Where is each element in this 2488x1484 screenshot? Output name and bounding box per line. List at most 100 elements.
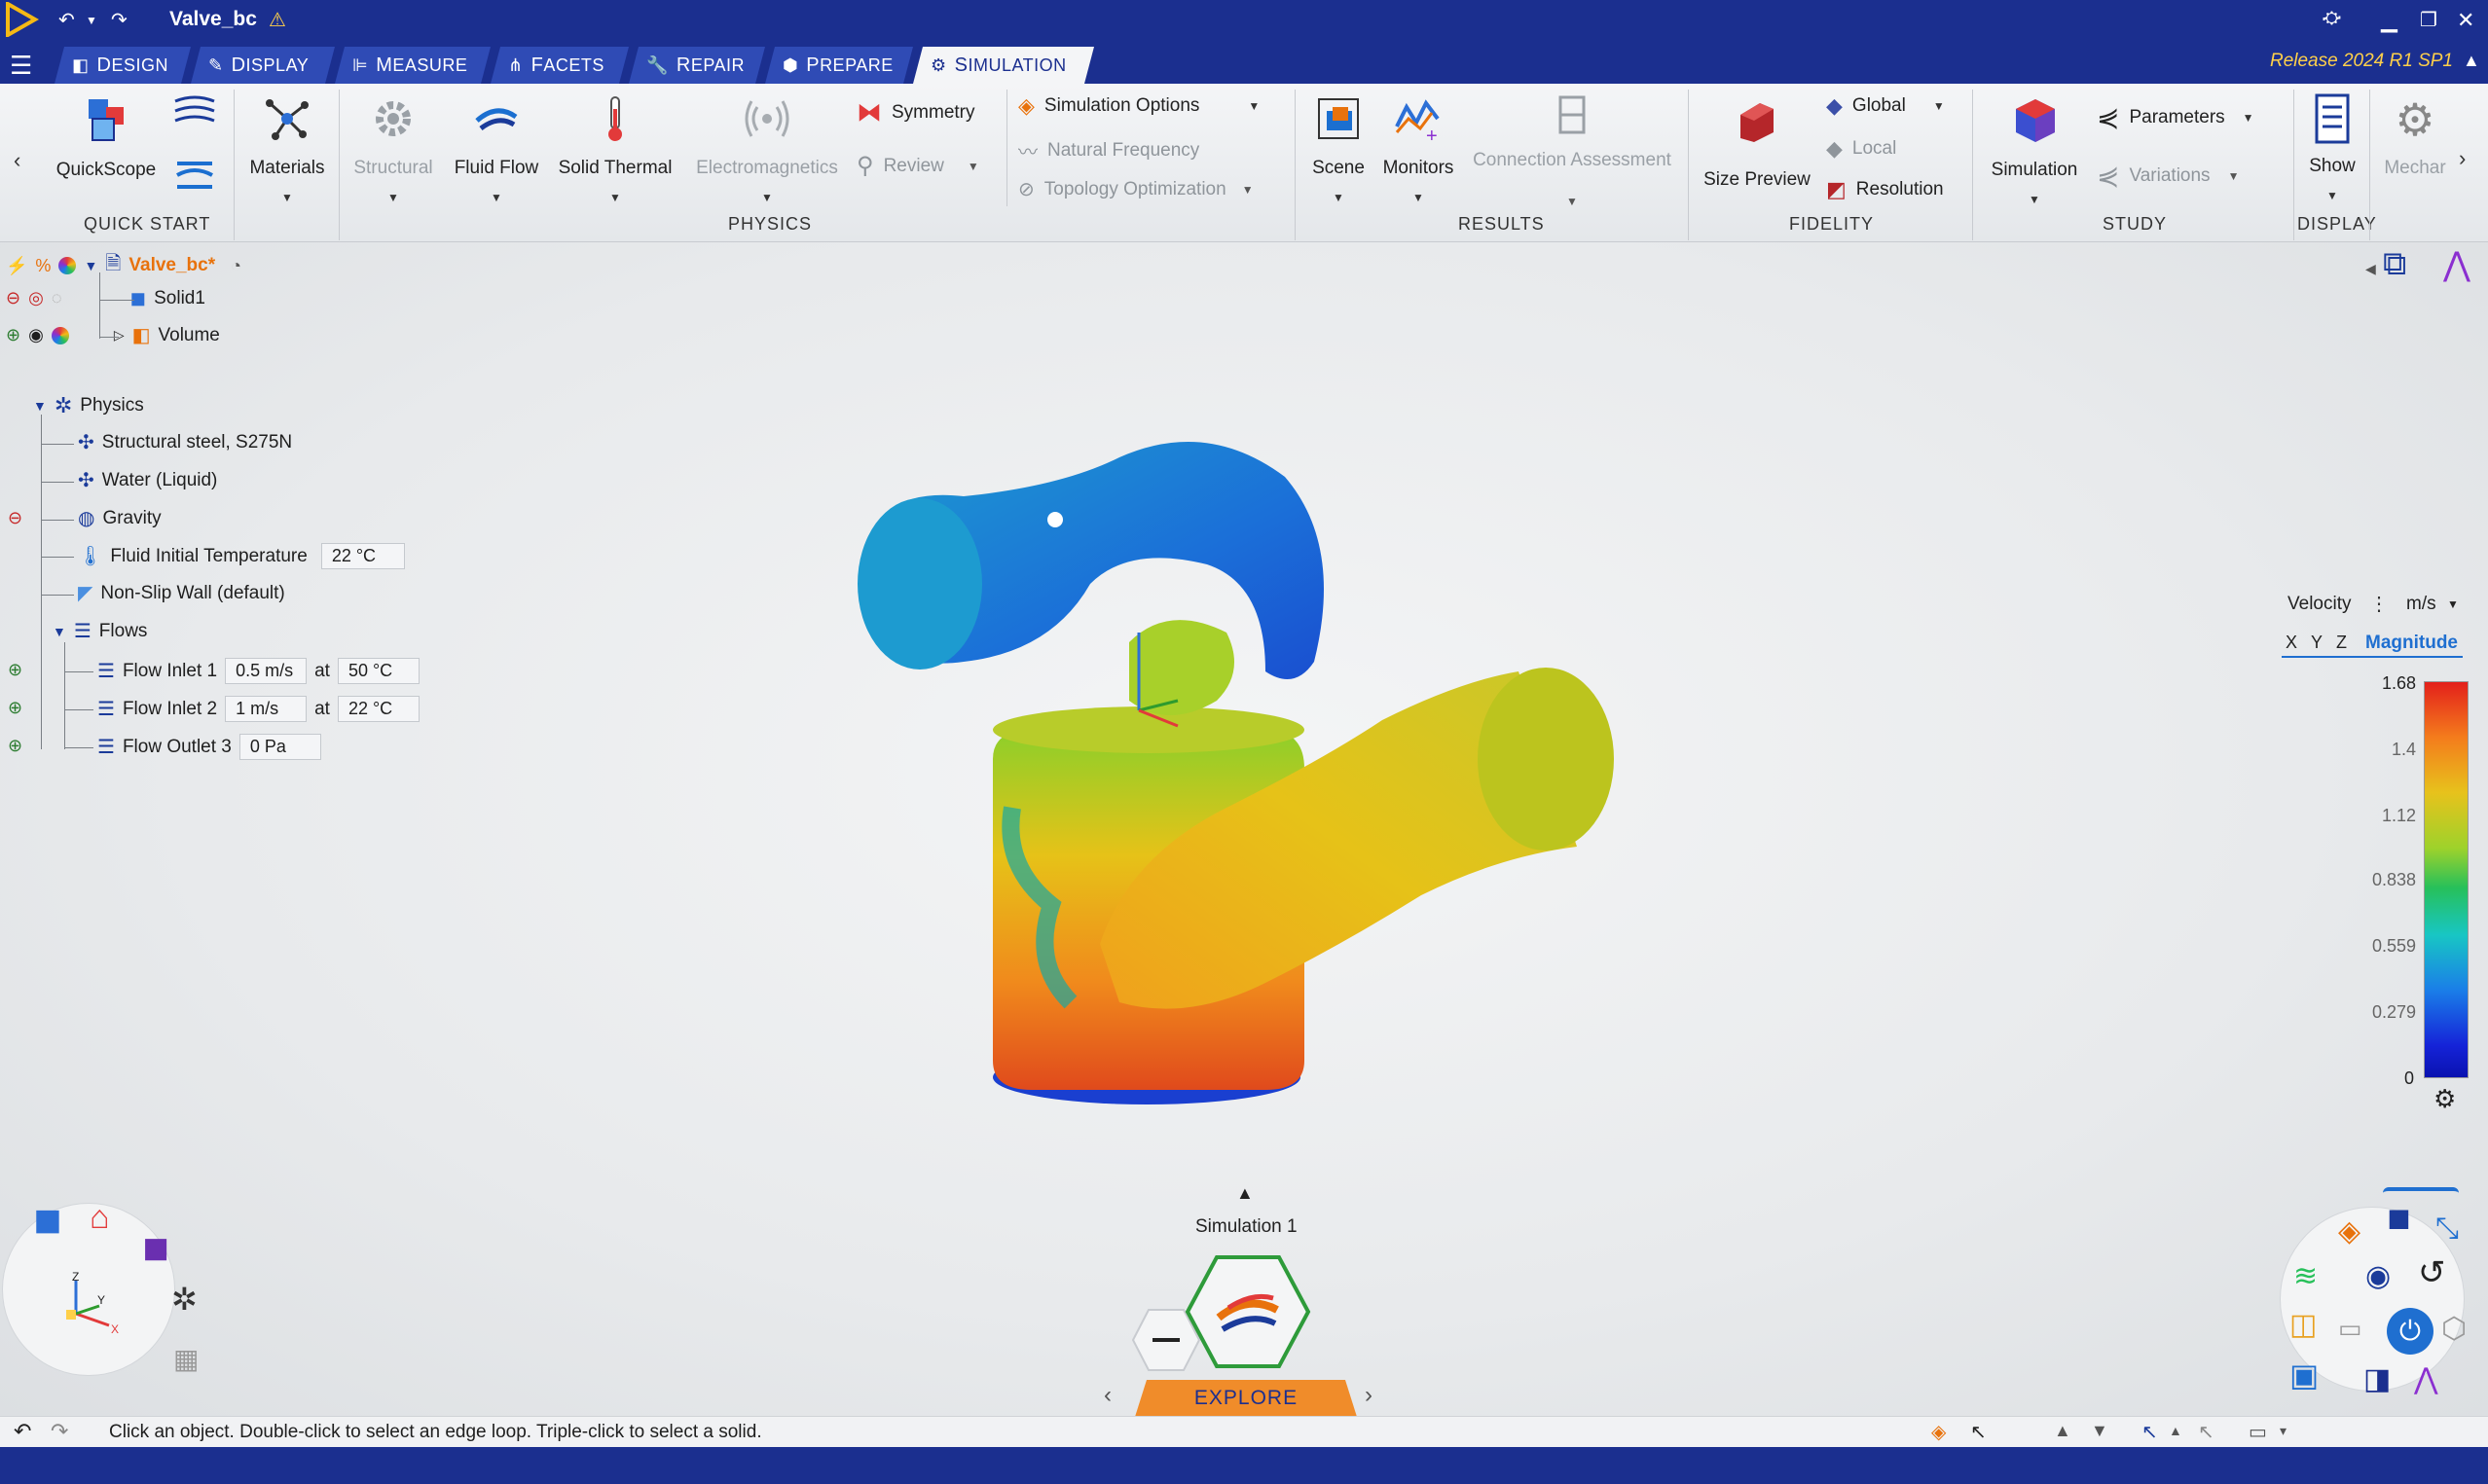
legend-component-magnitude[interactable]: Magnitude [2365,633,2458,654]
solid-thermal-dropdown-icon[interactable]: ▼ [551,191,679,204]
probe-cube-icon[interactable]: ◫ [2289,1308,2317,1342]
box-select-dropdown-icon[interactable]: ▾ [2280,1423,2287,1439]
connection-assessment-button[interactable]: Connection Assessment ▼ [1470,93,1674,208]
tree-item-gravity[interactable]: ◍ Gravity [78,506,162,530]
view-tools-icon[interactable]: ⧉ [2383,245,2406,283]
app-logo-icon[interactable] [4,2,39,37]
global-dropdown-icon[interactable]: ▼ [1933,99,1945,113]
lasso-select-icon[interactable]: ↖ [2198,1420,2214,1444]
size-preview-button[interactable]: Size Preview [1700,93,1814,191]
hidden-eye-icon[interactable]: ◎ [28,288,44,308]
slice-tool-icon[interactable]: ▭ [2338,1314,2362,1344]
inlet1-velocity-field[interactable]: 0.5 m/s [225,658,308,684]
gravity-suppress-icon[interactable]: ⊖ [8,508,22,528]
collapse-icon[interactable]: ▼ [84,258,97,273]
status-undo-icon[interactable]: ↶ [14,1419,31,1444]
structural-button[interactable]: Structural ▼ [345,93,442,204]
topology-optimization-button[interactable]: ⊘ Topology Optimization ▼ [1018,177,1254,201]
status-redo-icon[interactable]: ↷ [51,1419,68,1444]
physics-toggle-icon[interactable]: ⚡ [6,256,27,276]
house-view-icon[interactable]: ⌂ [90,1199,110,1237]
simulation-options-dropdown-icon[interactable]: ▼ [1248,99,1260,113]
quickscope-button[interactable]: QuickScope [53,93,160,181]
panel-collapse-icon[interactable]: ◀ [2365,261,2376,277]
close-icon[interactable]: ✕ [2457,8,2474,33]
valve-velocity-model[interactable] [837,438,1811,1119]
wireframe-icon[interactable]: ⬡ [2441,1312,2467,1346]
menu-icon[interactable]: ☰ [10,51,32,81]
streamlines-icon[interactable] [173,93,216,132]
tab-measure[interactable]: ⊫ MEASURE [335,47,491,84]
natural-frequency-button[interactable]: 〰 Natural Frequency [1018,136,1199,164]
tab-design[interactable]: ◧ DESIGN [55,47,191,84]
solid-thermal-button[interactable]: Solid Thermal ▼ [551,93,679,204]
image-tool-icon[interactable]: ▣ [2289,1357,2319,1394]
tree-item-volume[interactable]: ⊕ ◉ ▷ ◧ Volume [6,323,220,347]
selection-filter-icon[interactable]: ◈ [1931,1420,1946,1444]
show-button[interactable]: Show ▼ [2299,93,2365,202]
legend-unit-dropdown-icon[interactable]: ▼ [2447,597,2459,611]
scene-button[interactable]: Scene ▼ [1304,93,1372,204]
undo-icon[interactable]: ↶ [58,8,75,32]
playback-icon[interactable]: ◉ [2365,1259,2391,1293]
flow-lines-icon[interactable] [173,154,216,197]
outlet3-pressure-field[interactable]: 0 Pa [238,734,321,760]
review-button[interactable]: ⚲ Review ▼ [857,152,979,180]
color-wheel-icon[interactable] [58,257,77,274]
mechanical-button[interactable]: ⚙ Mechar [2381,93,2449,179]
global-button[interactable]: ◆ Global ▼ [1826,93,1945,119]
tree-item-wall[interactable]: ◤ Non-Slip Wall (default) [78,581,285,605]
simulation-list-up-icon[interactable]: ▲ [1236,1183,1254,1204]
explore-next-icon[interactable]: › [1365,1382,1372,1409]
tree-item-physics[interactable]: ▼ ✲ Physics [33,393,144,418]
materials-dropdown-icon[interactable]: ▼ [243,191,331,204]
simulation-dropdown-icon[interactable]: ▼ [1982,193,2087,206]
select-next-icon[interactable]: ▼ [2091,1421,2108,1441]
visible-eye-icon[interactable]: ◉ [28,325,44,345]
inlet1-temperature-field[interactable]: 50 °C [337,658,420,684]
selection-mode-icon[interactable]: ↖ [2141,1420,2158,1444]
box-view-icon[interactable]: ◨ [2363,1362,2391,1396]
ribbon-options-icon[interactable]: ⛮ [2323,8,2341,28]
tree-item-fluid-temperature[interactable]: 🌡 Fluid Initial Temperature 22 °C [78,543,405,569]
materials-button[interactable]: Materials ▼ [243,93,331,204]
selection-mode-dropdown-icon[interactable]: ▲ [2169,1423,2182,1438]
power-toggle-icon[interactable]: ⏻ [2387,1308,2433,1355]
tab-simulation[interactable]: ⚙ SIMULATION [913,47,1094,84]
checker-icon[interactable]: ▦ [173,1343,199,1375]
electromagnetics-button[interactable]: Electromagnetics ▼ [685,93,849,204]
minimize-icon[interactable]: ▁ [2381,8,2397,33]
fluid-temperature-field[interactable]: 22 °C [320,543,405,569]
tree-item-fluid[interactable]: ✣ Water (Liquid) [78,468,217,492]
spin-icon[interactable]: ✲ [171,1281,198,1318]
monitors-dropdown-icon[interactable]: ▼ [1376,191,1460,204]
tree-item-flows[interactable]: ▼ ☰ Flows [53,619,147,643]
collapse-ribbon-icon[interactable]: ▲ [2463,51,2480,71]
tree-root-row[interactable]: ⚡ % ▼ 🗎 Valve_bc* ◔ [6,249,241,282]
restore-icon[interactable]: ❐ [2420,8,2437,32]
redo-icon[interactable]: ↷ [111,8,128,32]
streamline-tool-icon[interactable]: ≋ [2293,1259,2318,1293]
review-dropdown-icon[interactable]: ▼ [968,160,979,173]
box-select-icon[interactable]: ▭ [2249,1420,2267,1444]
connection-assessment-dropdown-icon[interactable]: ▼ [1470,195,1674,208]
fluid-flow-button[interactable]: Fluid Flow ▼ [448,93,545,204]
tab-repair[interactable]: 🔧 REPAIR [629,47,765,84]
explore-prev-icon[interactable]: ‹ [1104,1382,1112,1409]
chart-monitor-icon[interactable]: ⋀ [2414,1362,2438,1396]
tree-item-outlet3[interactable]: ☰ Flow Outlet 3 0 Pa [97,734,321,760]
monitors-button[interactable]: + Monitors ▼ [1376,93,1460,204]
legend-unit[interactable]: m/s [2406,594,2436,615]
ribbon-scroll-left-icon[interactable]: ‹ [14,148,20,173]
legend-component-y[interactable]: Y [2311,633,2323,653]
simulation-button[interactable]: Simulation ▼ [1982,93,2087,206]
parameters-dropdown-icon[interactable]: ▼ [2243,111,2254,125]
variations-button[interactable]: ⋞ Variations ▼ [2097,160,2239,192]
box-tool-icon[interactable]: ◈ [2338,1214,2360,1249]
tab-display[interactable]: ✎ DISPLAY [191,47,335,84]
select-previous-icon[interactable]: ▲ [2054,1421,2071,1441]
expand-icon[interactable]: ▷ [114,327,125,344]
legend-quantity[interactable]: Velocity [2287,594,2351,615]
variations-dropdown-icon[interactable]: ▼ [2228,169,2240,183]
ribbon-scroll-right-icon[interactable]: › [2459,146,2466,171]
